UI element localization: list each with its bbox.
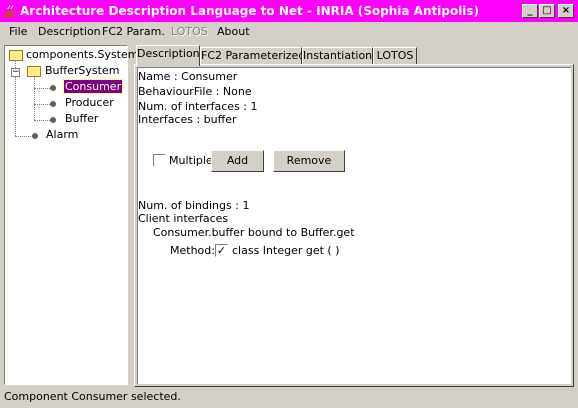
tree-node-producer[interactable]: Producer [65,96,114,109]
tree-node-consumer[interactable]: Consumer [62,79,124,94]
multiple-label: Multiple [169,154,213,167]
minimize-button[interactable]: _ [522,4,538,18]
status-bar: Component Consumer selected. [4,390,181,403]
num-bindings-text: Num. of bindings : 1 [138,199,250,212]
folder-icon [27,66,41,77]
tab-strip: Description FC2 Parameterized Instantiat… [134,45,574,66]
num-interfaces-text: Num. of interfaces : 1 [138,100,258,113]
tab-description[interactable]: Description [136,45,200,66]
client-interfaces-text: Client interfaces [138,212,229,225]
menu-lotos: LOTOS [171,25,208,38]
window-title: Architecture Description Language to Net… [20,4,480,18]
tree-connector [15,136,33,137]
menu-bar: File Description FC2 Param. LOTOS About [0,22,578,42]
maximize-button[interactable]: □ [539,4,555,18]
tree-node-buffer[interactable]: Buffer [65,112,98,125]
menu-file[interactable]: File [9,25,27,38]
add-button[interactable]: Add [211,150,264,172]
component-tree[interactable]: components.System − BufferSystem Consume… [4,45,138,385]
tab-instantiation[interactable]: Instantiation [302,47,373,65]
menu-about[interactable]: About [217,25,250,38]
leaf-icon [50,117,56,123]
tree-expander-icon[interactable]: − [11,68,20,77]
method-value: class Integer get ( ) [232,244,340,257]
leaf-icon [50,101,56,107]
tree-node-root[interactable]: components.System [26,48,138,61]
tree-node-alarm[interactable]: Alarm [46,128,78,141]
binding-text: Consumer.buffer bound to Buffer.get [153,226,355,239]
remove-button[interactable]: Remove [273,150,345,172]
tab-lotos[interactable]: LOTOS [373,47,417,65]
tree-connector [34,88,50,89]
interfaces-text: Interfaces : buffer [138,113,237,126]
close-button[interactable]: × [558,4,574,18]
behaviour-file-text: BehaviourFile : None [138,85,252,98]
tree-connector [34,120,50,121]
leaf-icon [32,133,38,139]
leaf-icon [50,85,56,91]
tree-connector [34,104,50,105]
method-checkbox[interactable]: ✓ [215,244,228,257]
menu-fc2-param[interactable]: FC2 Param. [102,25,165,38]
menu-description[interactable]: Description [38,25,101,38]
title-bar[interactable]: Architecture Description Language to Net… [0,0,578,22]
multiple-checkbox[interactable] [153,154,166,167]
name-text: Name : Consumer [138,70,238,83]
method-label: Method: [170,244,215,257]
tree-connector [34,76,35,120]
java-cup-icon [5,4,16,18]
tree-node-buffersystem[interactable]: BufferSystem [45,64,119,77]
folder-icon [9,50,23,61]
tab-fc2-parameterized[interactable]: FC2 Parameterized [200,47,305,65]
description-area[interactable]: Name : Consumer BehaviourFile : None Num… [137,67,571,384]
